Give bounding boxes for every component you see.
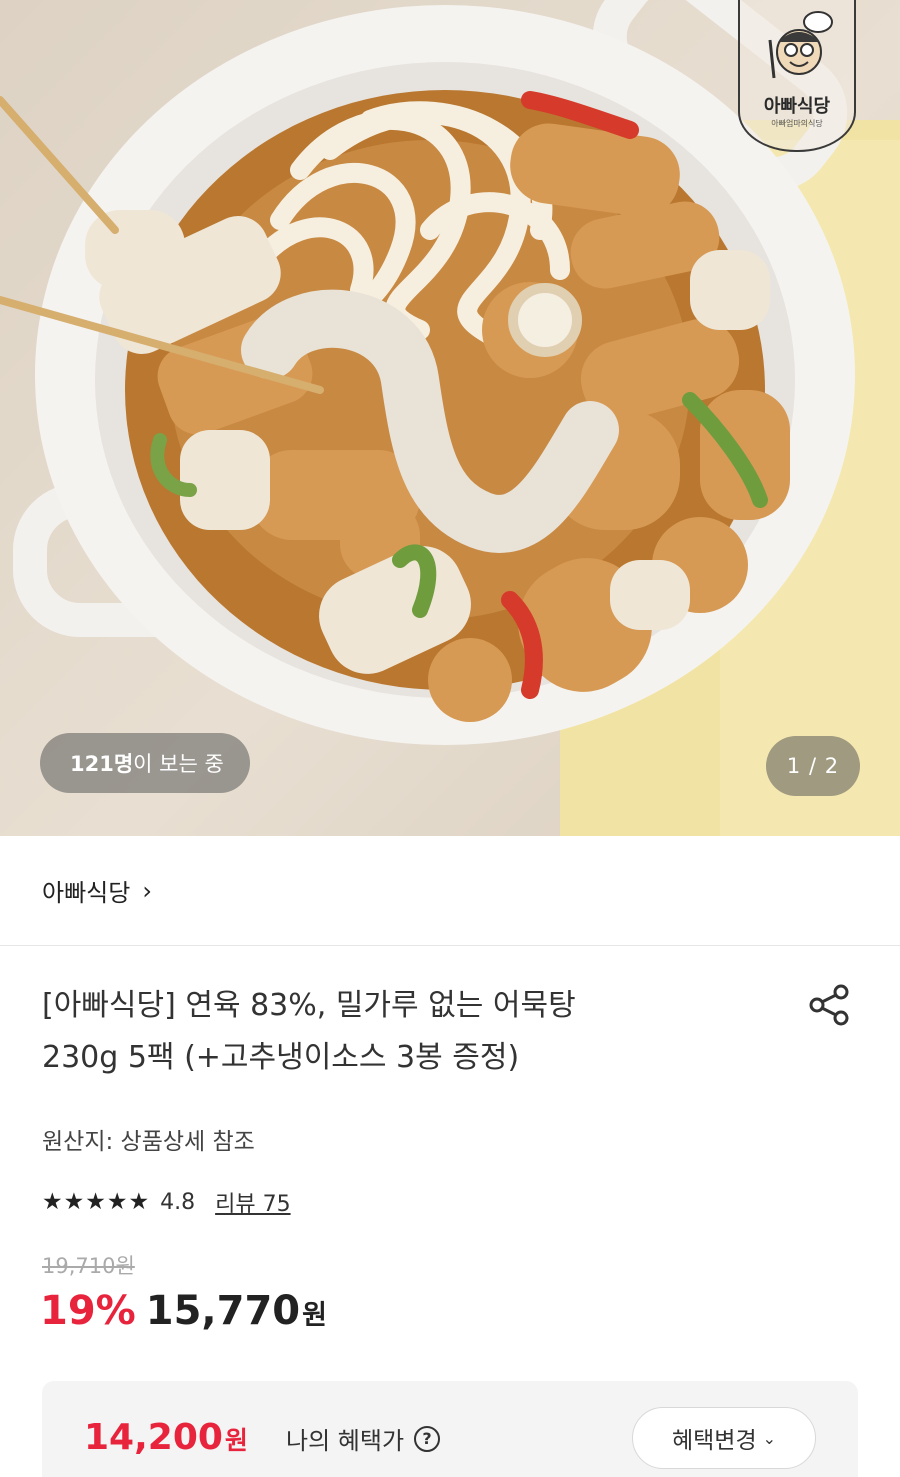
product-title-line1: [아빠식당] 연육 83%, 밀가루 없는 어묵탕 <box>42 988 576 1023</box>
question-circle-icon[interactable]: ? <box>414 1425 441 1452</box>
image-pager: 1 / 2 <box>766 736 860 796</box>
logo-subtext: 아빠엄마의식당 <box>771 119 823 128</box>
original-price: 19,710원 <box>42 1254 135 1278</box>
rating-value: 4.8 <box>160 1189 196 1215</box>
viewers-count-badge: 121명 이 보는 중 <box>40 733 250 793</box>
star-rating-icon: ★★★★★ <box>42 1189 151 1215</box>
discount-rate: 19% <box>40 1288 136 1334</box>
share-icon[interactable] <box>806 982 852 1028</box>
brand-logo: 아빠식당 아빠엄마의식당 <box>738 0 856 152</box>
product-image-carousel[interactable]: 아빠식당 아빠엄마의식당 121명 이 보는 중 1 / 2 <box>0 0 900 836</box>
sale-price-unit: 원 <box>302 1300 327 1331</box>
change-benefit-button[interactable]: 혜택변경 ⌄ <box>632 1407 816 1469</box>
benefit-price-value: 14,200 <box>84 1417 223 1458</box>
sale-price-row: 19% 15,770 원 <box>40 1288 327 1334</box>
change-benefit-label: 혜택변경 <box>671 1428 757 1454</box>
brand-store-link[interactable]: 아빠식당 › <box>0 836 900 946</box>
chef-face-icon <box>768 11 833 79</box>
chevron-right-icon: › <box>142 876 152 905</box>
benefit-price: 14,200 원 <box>84 1417 248 1458</box>
benefit-price-box: 14,200 원 나의 혜택가 ? 혜택변경 ⌄ <box>42 1381 858 1477</box>
review-link[interactable]: 리뷰 75 <box>215 1186 290 1218</box>
sale-price: 15,770 <box>145 1288 301 1334</box>
viewers-suffix: 이 보는 중 <box>133 752 224 776</box>
benefit-label-text: 나의 혜택가 <box>286 1427 405 1455</box>
product-title-line2: 230g 5팩 (+고추냉이소스 3봉 증정) <box>42 1040 520 1075</box>
chevron-down-icon: ⌄ <box>762 1428 777 1448</box>
origin-info: 원산지: 상품상세 참조 <box>42 1129 255 1155</box>
benefit-label: 나의 혜택가 ? <box>286 1421 441 1456</box>
viewers-count: 121명 <box>70 752 134 776</box>
rating-row: ★★★★★ 4.8 리뷰 75 <box>42 1186 291 1218</box>
logo-text: 아빠식당 <box>763 96 831 117</box>
benefit-price-unit: 원 <box>224 1426 248 1455</box>
brand-name: 아빠식당 <box>42 879 131 907</box>
product-title: [아빠식당] 연육 83%, 밀가루 없는 어묵탕 230g 5팩 (+고추냉이… <box>42 980 762 1084</box>
